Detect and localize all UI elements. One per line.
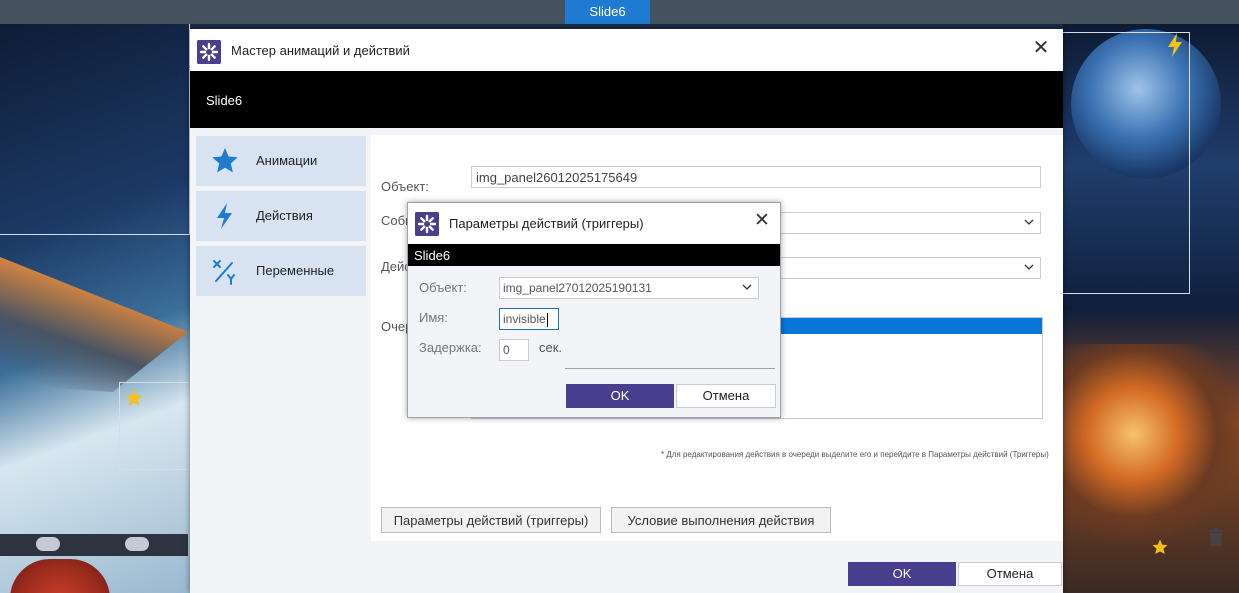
star-icon[interactable] (1151, 538, 1169, 556)
slide-banner: Slide6 (408, 244, 780, 266)
ok-button[interactable]: OK (566, 384, 674, 408)
app-logo-icon (197, 40, 221, 64)
ok-button[interactable]: OK (848, 562, 956, 586)
canvas-left-artwork (0, 24, 190, 593)
sidebar-item-label: Анимации (256, 153, 318, 168)
sidebar-item-animations[interactable]: Анимации (196, 136, 366, 186)
divider (565, 368, 775, 369)
film-strip (0, 534, 188, 556)
star-icon[interactable] (124, 388, 144, 408)
sidebar-item-label: Действия (256, 208, 313, 223)
spaceship-illustration (0, 257, 188, 392)
object-select[interactable]: img_panel27012025190131 (499, 277, 759, 299)
delay-label: Задержка: (419, 340, 482, 355)
sidebar-item-variables[interactable]: Переменные (196, 246, 366, 296)
trigger-params-button[interactable]: Параметры действий (триггеры) (381, 507, 601, 533)
close-icon[interactable]: ✕ (752, 211, 772, 231)
delay-unit: сек. (539, 340, 563, 355)
app-logo-icon (415, 212, 439, 236)
slide-banner-title: Slide6 (414, 248, 451, 263)
slide-banner: Slide6 (190, 71, 1063, 128)
object-field[interactable]: img_panel26012025175649 (471, 166, 1041, 188)
explosion-illustration (1063, 344, 1239, 544)
delay-input[interactable]: 0 (499, 339, 529, 361)
object-select-value: img_panel27012025190131 (503, 281, 652, 295)
object-label: Объект: (381, 179, 429, 194)
star-icon (212, 148, 238, 173)
comic-panel-frame (0, 24, 190, 235)
dialog-titlebar: Параметры действий (триггеры) ✕ (408, 203, 780, 243)
film-dot (36, 537, 60, 551)
cancel-button[interactable]: Отмена (958, 562, 1062, 586)
name-label: Имя: (419, 310, 448, 325)
chevron-down-icon (1024, 219, 1034, 225)
comic-panel-frame (1063, 32, 1190, 294)
variables-icon (213, 260, 235, 285)
slide-banner-title: Slide6 (206, 93, 243, 108)
lightning-icon (217, 203, 232, 229)
lightning-icon[interactable] (1165, 32, 1185, 58)
character-illustration (10, 559, 110, 593)
sidebar-item-actions[interactable]: Действия (196, 191, 366, 241)
name-input-value: invisible (503, 312, 546, 326)
trash-icon[interactable] (1208, 528, 1224, 546)
cancel-button[interactable]: Отмена (676, 384, 776, 408)
object-label: Объект: (419, 280, 467, 295)
execution-condition-button[interactable]: Условие выполнения действия (611, 507, 831, 533)
slide-tab[interactable]: Slide6 (565, 0, 650, 24)
close-icon[interactable]: ✕ (1031, 38, 1051, 58)
trigger-params-dialog: Параметры действий (триггеры) ✕ Slide6 О… (407, 202, 781, 418)
dialog-title: Мастер анимаций и действий (231, 43, 410, 58)
dialog-title: Параметры действий (триггеры) (449, 216, 644, 231)
canvas-right-artwork (1063, 24, 1239, 593)
chevron-down-icon (1024, 264, 1034, 270)
film-dot (125, 537, 149, 551)
name-input[interactable]: invisible (499, 308, 559, 330)
sidebar-item-label: Переменные (256, 263, 335, 278)
chevron-down-icon (742, 284, 752, 290)
text-caret (546, 312, 548, 327)
queue-hint-text: * Для редактирования действия в очереди … (661, 450, 1049, 459)
dialog-titlebar: Мастер анимаций и действий ✕ (190, 29, 1063, 71)
